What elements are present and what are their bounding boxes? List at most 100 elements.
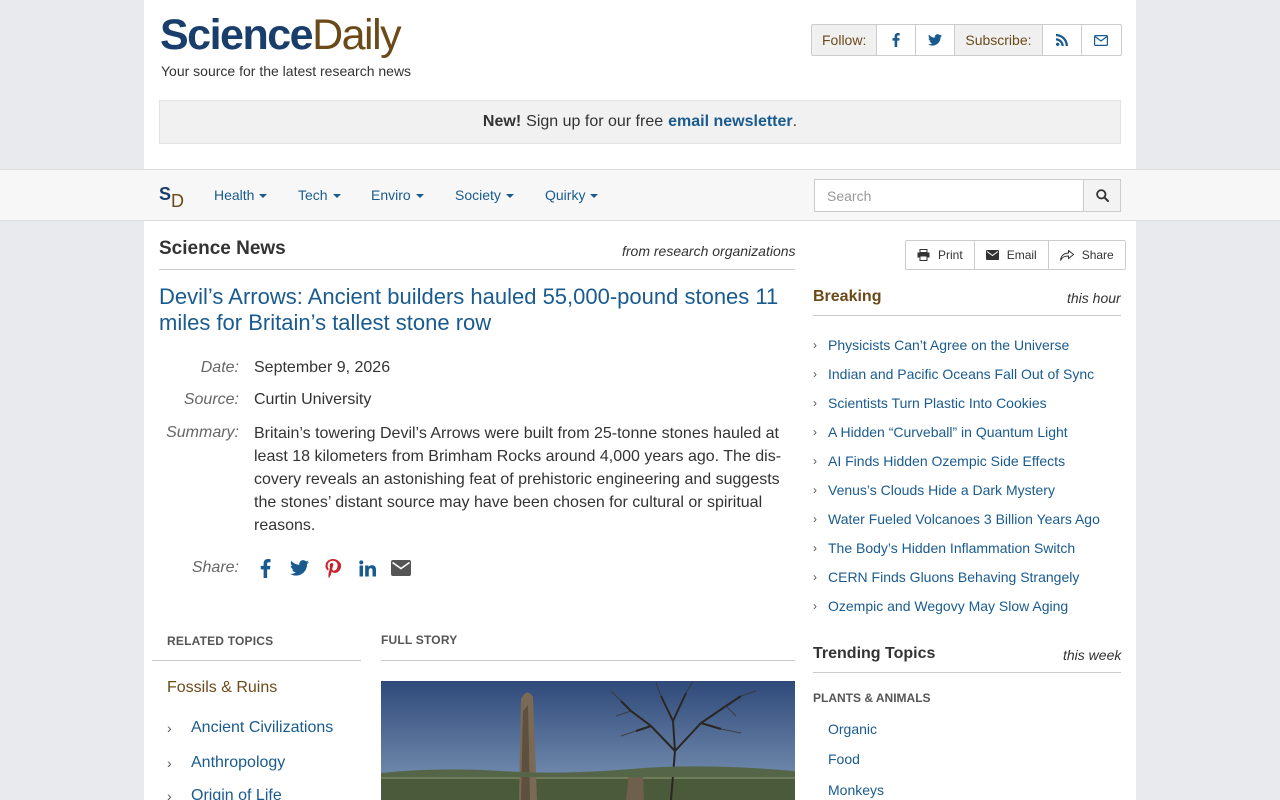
- chevron-right-icon: ›: [167, 788, 172, 800]
- chevron-right-icon: ›: [813, 570, 817, 584]
- newsletter-period: .: [792, 113, 798, 130]
- share-label: Share:: [191, 559, 239, 576]
- email-subscribe-button[interactable]: [1082, 25, 1121, 55]
- summary-label: Summary:: [166, 424, 239, 441]
- search-input[interactable]: [814, 179, 1084, 212]
- breaking-news-item[interactable]: › Scientists Turn Plastic Into Cookies: [813, 395, 1047, 411]
- breaking-news-label: Scientists Turn Plastic Into Cookies: [828, 395, 1047, 411]
- breaking-news-item[interactable]: › AI Finds Hidden Ozempic Side Effects: [813, 453, 1065, 469]
- article-summary: Britain’s towering Devil’s Arrows were b…: [254, 425, 782, 534]
- nav-society-label: Society: [455, 187, 501, 203]
- breaking-news-label: CERN Finds Gluons Behaving Strangely: [828, 569, 1080, 585]
- breaking-news-item[interactable]: › A Hidden “Curveball” in Quantum Light: [813, 424, 1068, 440]
- site-tagline: Your source for the latest research news: [161, 63, 412, 79]
- trending-title: Trending Topics: [813, 645, 936, 662]
- trending-topic-link[interactable]: Organic: [828, 721, 877, 737]
- share-linkedin-button[interactable]: [356, 556, 378, 580]
- caret-down-icon: [505, 194, 514, 199]
- nav-quirky-label: Quirky: [545, 187, 586, 203]
- breaking-news-item[interactable]: › CERN Finds Gluons Behaving Strangely: [813, 569, 1079, 585]
- nav-health-label: Health: [214, 187, 255, 203]
- related-topic-item[interactable]: › Anthropology: [167, 754, 285, 772]
- share-email-button[interactable]: [390, 556, 412, 580]
- related-topic-label: Ancient Civilizations: [191, 719, 334, 736]
- sciencedaily-logo[interactable]: ScienceDaily: [160, 11, 402, 59]
- print-button[interactable]: Print: [906, 241, 975, 269]
- email-button[interactable]: Email: [974, 241, 1049, 269]
- nav-quirky-dropdown[interactable]: Quirky: [545, 187, 599, 203]
- share-facebook-button[interactable]: [254, 556, 276, 580]
- chevron-right-icon: ›: [813, 483, 817, 497]
- breaking-news-item[interactable]: › Venus’s Clouds Hide a Dark Mystery: [813, 482, 1055, 498]
- article-photo: [381, 681, 795, 800]
- breaking-news-item[interactable]: › The Body’s Hidden Inflammation Switch: [813, 540, 1075, 556]
- nav-enviro-dropdown[interactable]: Enviro: [371, 187, 424, 203]
- breaking-news-item[interactable]: › Ozempic and Wegovy May Slow Aging: [813, 598, 1068, 614]
- trending-topic-link[interactable]: Monkeys: [828, 782, 884, 798]
- full-story-divider: [381, 660, 795, 661]
- related-topics-divider: [152, 660, 361, 661]
- twitter-icon: [928, 34, 943, 46]
- section-divider: [159, 269, 795, 270]
- chevron-right-icon: ›: [813, 396, 817, 410]
- chevron-right-icon: ›: [813, 541, 817, 555]
- date-label: Date:: [200, 359, 239, 376]
- nav-society-dropdown[interactable]: Society: [455, 187, 514, 203]
- search-button[interactable]: [1083, 179, 1121, 212]
- related-main-topic-link[interactable]: Fossils & Ruins: [167, 679, 277, 697]
- section-title: Science News: [159, 238, 286, 259]
- related-topic-item[interactable]: › Origin of Life: [167, 787, 282, 800]
- breaking-news-item[interactable]: › Physicists Can’t Agree on the Universe: [813, 337, 1069, 353]
- nav-tech-dropdown[interactable]: Tech: [298, 187, 341, 203]
- breaking-subtitle: this hour: [1067, 290, 1121, 306]
- facebook-icon: [260, 558, 271, 578]
- caret-down-icon: [590, 194, 599, 199]
- envelope-icon: [391, 560, 411, 576]
- twitter-follow-button[interactable]: [916, 25, 956, 55]
- pinterest-icon: [325, 558, 341, 578]
- print-icon: [917, 249, 930, 261]
- nav-health-dropdown[interactable]: Health: [214, 187, 268, 203]
- rss-subscribe-button[interactable]: [1043, 25, 1082, 55]
- chevron-right-icon: ›: [813, 338, 817, 352]
- breaking-news-item[interactable]: › Indian and Pacific Oceans Fall Out of S…: [813, 366, 1094, 382]
- article-headline: Devil’s Arrows: Ancient builders hauled …: [159, 284, 779, 335]
- newsletter-signup-link[interactable]: email newsletter: [668, 113, 793, 131]
- trending-topic-link[interactable]: Food: [828, 751, 860, 767]
- nav-enviro-label: Enviro: [371, 187, 411, 203]
- share-button[interactable]: Share: [1048, 241, 1125, 269]
- breaking-news-label: Indian and Pacific Oceans Fall Out of Sy…: [828, 366, 1095, 382]
- breaking-divider: [813, 315, 1121, 316]
- main-navbar: SD Health Tech Enviro Society Quirky: [0, 169, 1280, 221]
- trending-divider: [813, 672, 1121, 673]
- caret-down-icon: [415, 194, 424, 199]
- related-topic-label: Origin of Life: [191, 787, 282, 800]
- breaking-title: Breaking: [813, 288, 882, 305]
- facebook-icon: [892, 33, 901, 47]
- sd-logo-s: S: [159, 184, 172, 204]
- sd-home-logo[interactable]: SD: [159, 184, 184, 211]
- breaking-news-label: Ozempic and Wegovy May Slow Aging: [828, 598, 1069, 614]
- logo-daily-text: Daily: [312, 11, 402, 59]
- breaking-news-label: Water Fueled Volcanoes 3 Billion Years A…: [828, 511, 1100, 527]
- related-topic-item[interactable]: › Ancient Civilizations: [167, 719, 333, 737]
- follow-subscribe-bar: Follow: Subscribe:: [811, 24, 1122, 56]
- trending-category: PLANTS & ANIMALS: [813, 691, 931, 705]
- rss-icon: [1055, 34, 1068, 46]
- chevron-right-icon: ›: [813, 512, 817, 526]
- twitter-icon: [289, 560, 309, 576]
- subscribe-label: Subscribe:: [955, 25, 1043, 55]
- breaking-news-label: Venus’s Clouds Hide a Dark Mystery: [828, 482, 1055, 498]
- logo-science-text: Science: [160, 11, 314, 59]
- related-topics-heading: RELATED TOPICS: [167, 634, 274, 648]
- breaking-news-item[interactable]: › Water Fueled Volcanoes 3 Billion Years …: [813, 511, 1100, 527]
- envelope-icon: [1094, 34, 1109, 46]
- chevron-right-icon: ›: [813, 454, 817, 468]
- caret-down-icon: [332, 194, 341, 199]
- facebook-follow-button[interactable]: [877, 25, 917, 55]
- chevron-right-icon: ›: [813, 599, 817, 613]
- nav-tech-label: Tech: [298, 187, 328, 203]
- share-pinterest-button[interactable]: [322, 556, 344, 580]
- share-twitter-button[interactable]: [288, 556, 310, 580]
- breaking-news-label: A Hidden “Curveball” in Quantum Light: [828, 424, 1068, 440]
